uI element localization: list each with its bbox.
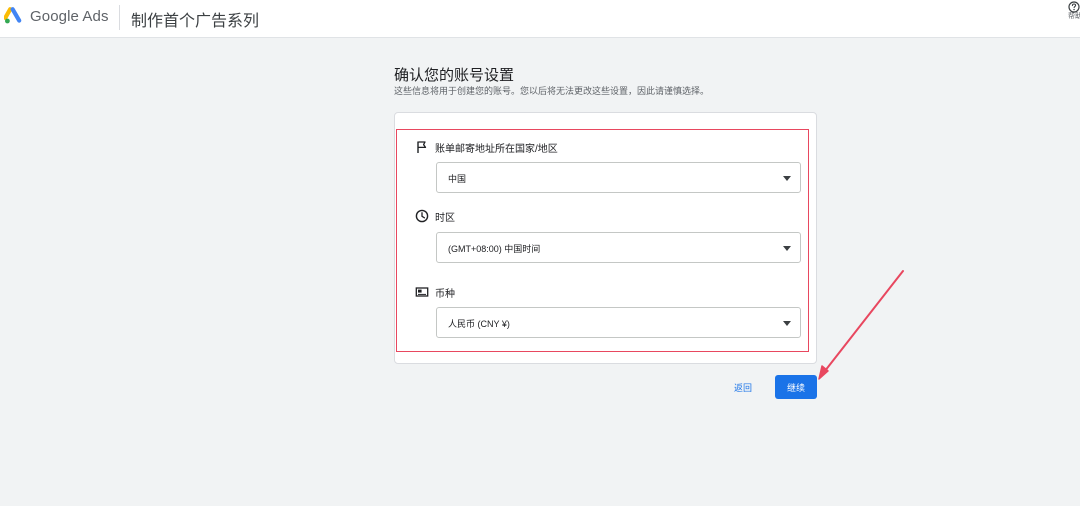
currency-select-value: 人民币 (CNY ¥) bbox=[448, 319, 510, 329]
help-icon bbox=[1068, 1, 1080, 13]
back-button[interactable]: 返回 bbox=[727, 380, 759, 396]
header-divider bbox=[119, 5, 120, 30]
timezone-field-label: 时区 bbox=[415, 208, 455, 224]
country-select-value: 中国 bbox=[448, 174, 467, 184]
help-button[interactable]: 帮助 bbox=[1068, 1, 1080, 21]
timezone-select[interactable]: (GMT+08:00) 中国时间 bbox=[436, 232, 801, 263]
timezone-label-text: 时区 bbox=[435, 212, 455, 224]
currency-label-text: 币种 bbox=[435, 288, 455, 300]
timezone-select-value: (GMT+08:00) 中国时间 bbox=[448, 244, 541, 254]
continue-button[interactable]: 继续 bbox=[775, 375, 817, 399]
country-field-label: 账单邮寄地址所在国家/地区 bbox=[415, 139, 558, 155]
settings-subtitle: 这些信息将用于创建您的账号。您以后将无法更改这些设置，因此请谨慎选择。 bbox=[394, 86, 710, 96]
brand-name[interactable]: Google Ads bbox=[30, 8, 109, 25]
top-bar: Google Ads 制作首个广告系列 帮助 bbox=[0, 0, 1080, 38]
help-label: 帮助 bbox=[1068, 13, 1080, 20]
currency-field-label: 币种 bbox=[415, 284, 455, 300]
flag-icon bbox=[417, 141, 427, 153]
caret-down-icon bbox=[783, 176, 791, 181]
settings-title: 确认您的账号设置 bbox=[394, 67, 515, 84]
country-label-text: 账单邮寄地址所在国家/地区 bbox=[435, 143, 558, 155]
clock-icon bbox=[415, 209, 429, 223]
caret-down-icon bbox=[783, 246, 791, 251]
caret-down-icon bbox=[783, 321, 791, 326]
currency-select[interactable]: 人民币 (CNY ¥) bbox=[436, 307, 801, 338]
currency-icon bbox=[415, 287, 429, 297]
country-select[interactable]: 中国 bbox=[436, 162, 801, 193]
page-heading: 制作首个广告系列 bbox=[131, 13, 260, 30]
google-ads-logo-icon[interactable] bbox=[4, 7, 22, 25]
